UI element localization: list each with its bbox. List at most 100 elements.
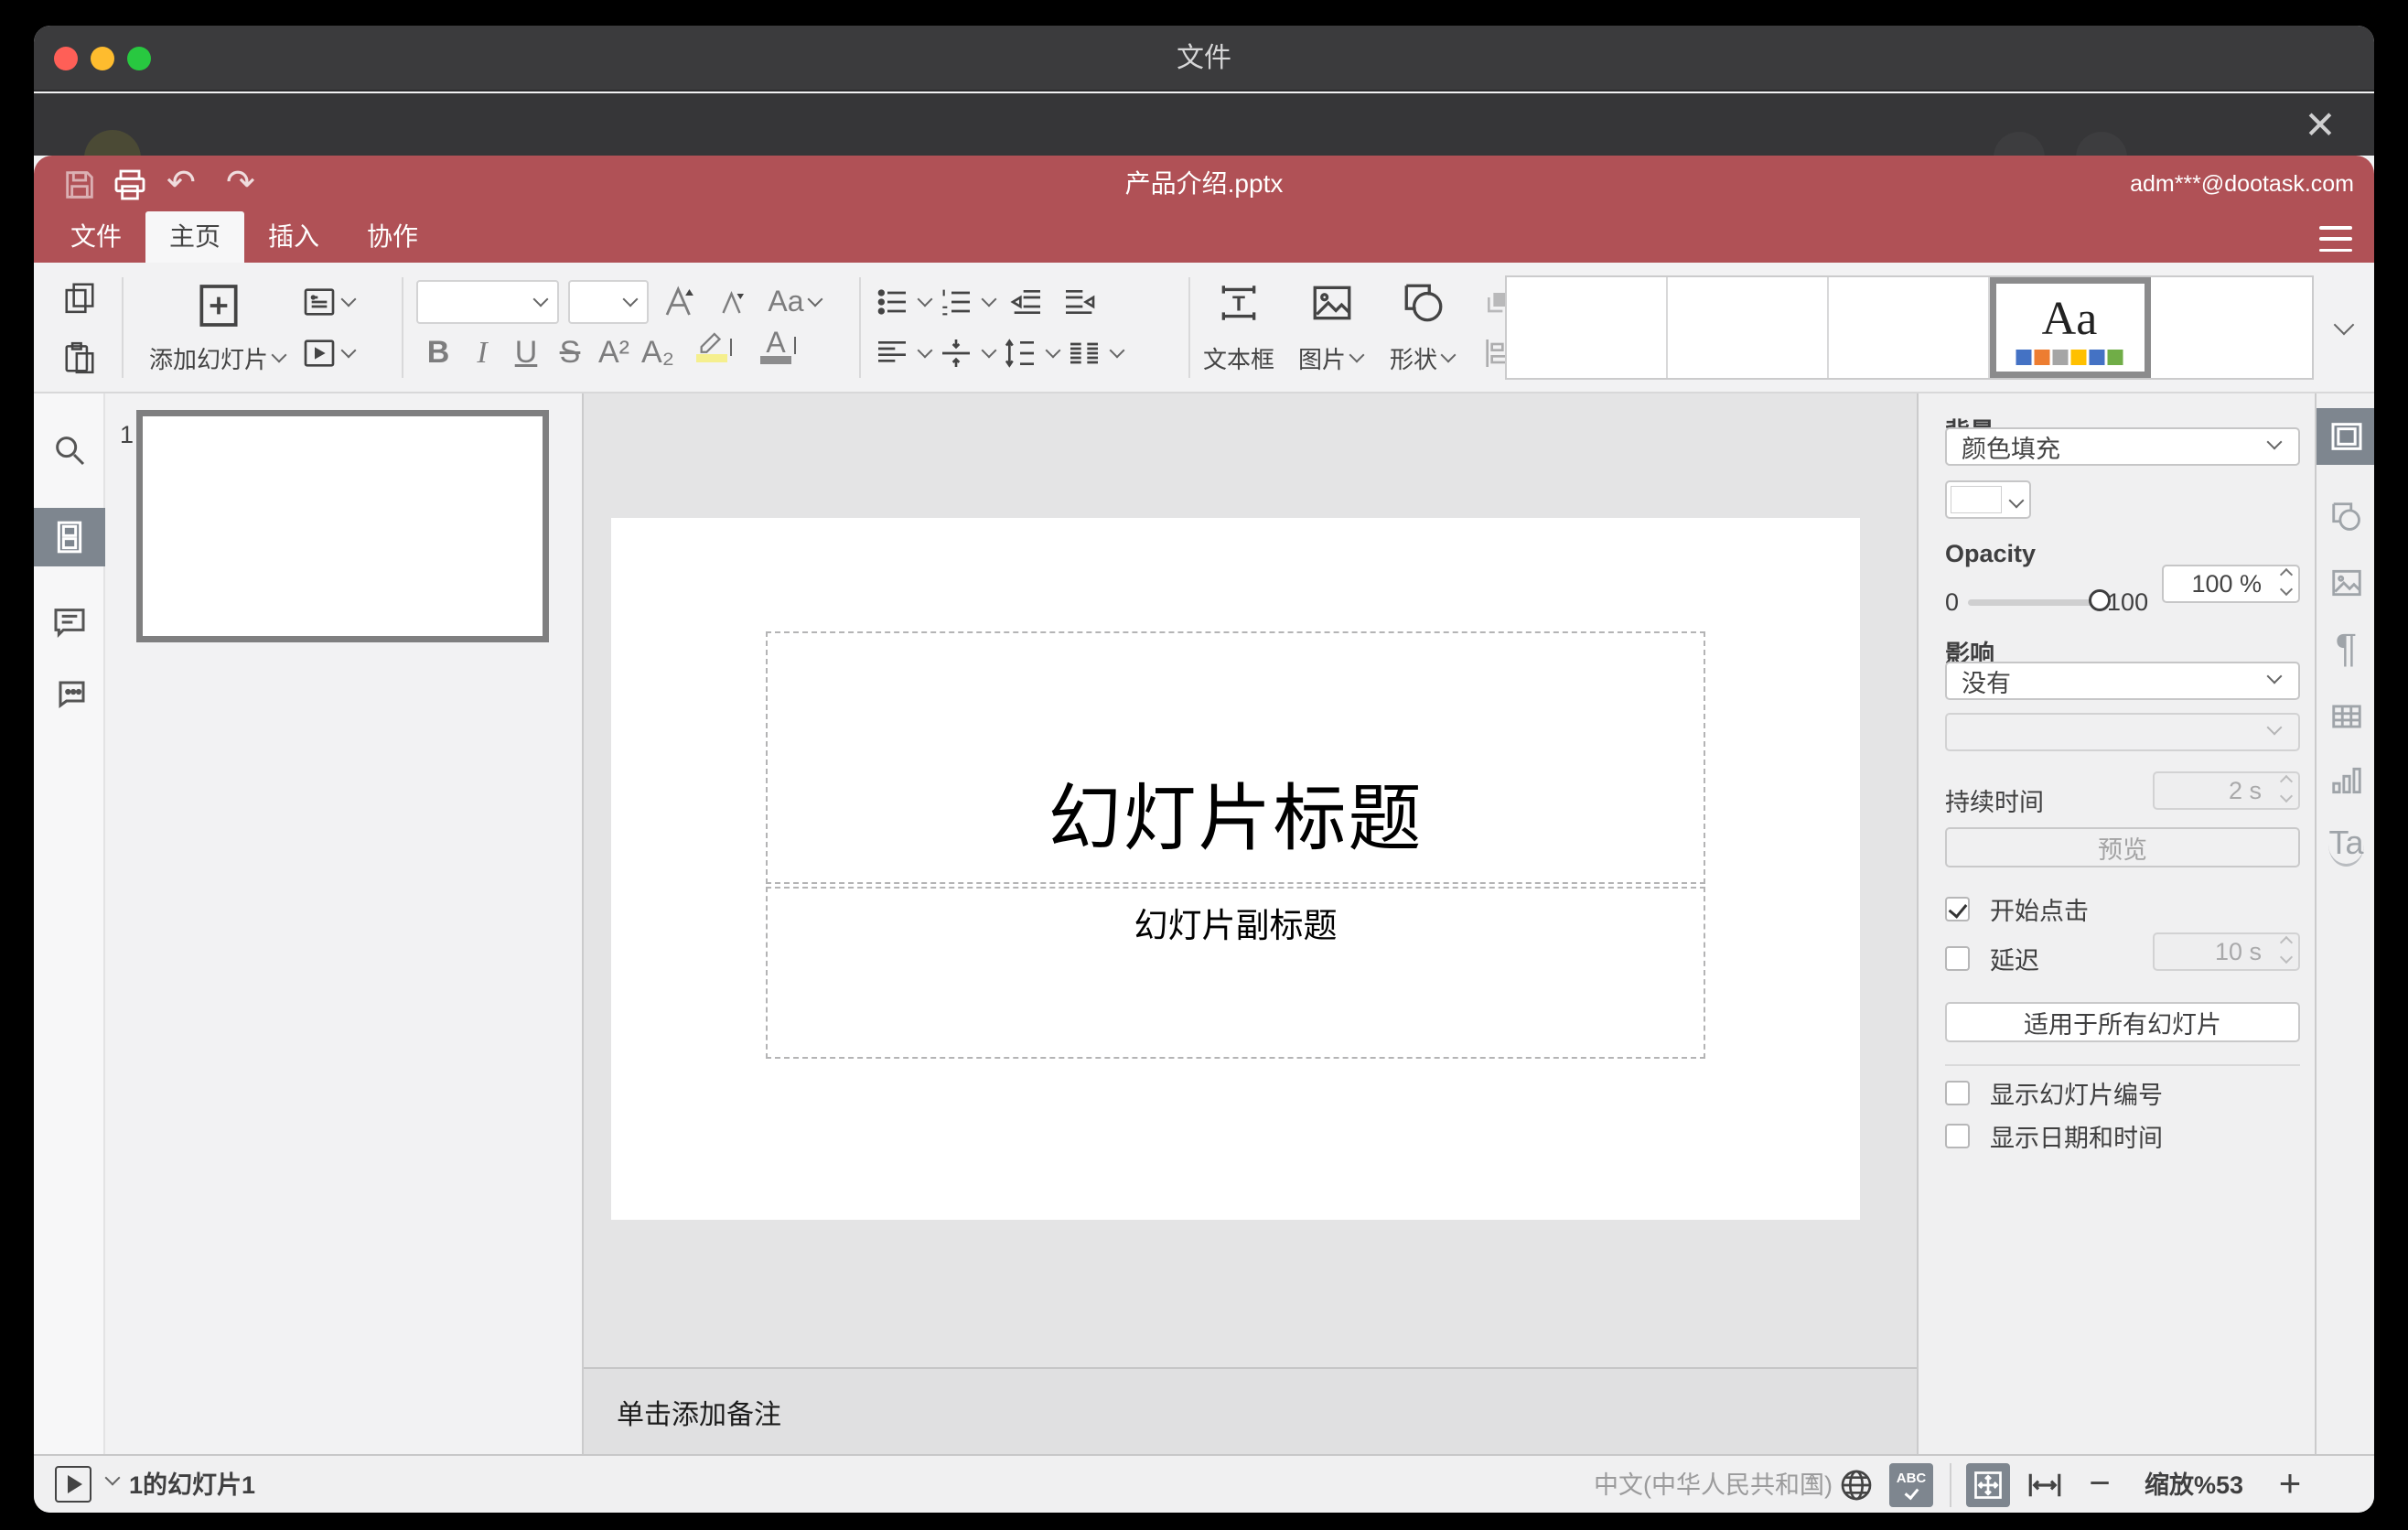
theme-color-swatches	[2016, 350, 2123, 365]
opacity-label: Opacity	[1945, 540, 2037, 567]
subtitle-placeholder[interactable]: 幻灯片副标题	[766, 887, 1705, 1059]
theme-gallery-more-button[interactable]	[2319, 275, 2367, 380]
close-icon[interactable]: ✕	[2297, 102, 2343, 148]
background-fill-select[interactable]: 颜色填充	[1945, 427, 2300, 466]
notes-area[interactable]: 单击添加备注	[584, 1367, 1917, 1454]
notes-placeholder: 单击添加备注	[617, 1399, 781, 1430]
chart-settings-icon[interactable]	[2317, 752, 2374, 809]
italic-icon[interactable]: I	[460, 336, 504, 371]
image-label: 图片	[1298, 345, 1347, 373]
start-slideshow-status-icon[interactable]	[55, 1466, 91, 1503]
slide-page[interactable]: 幻灯片标题 幻灯片副标题	[611, 518, 1860, 1220]
theme-item[interactable]	[1668, 277, 1829, 378]
change-case-icon[interactable]: Aa	[764, 285, 828, 318]
status-divider	[1950, 1463, 1951, 1507]
left-sidebar	[34, 393, 105, 1454]
start-on-click-row[interactable]: 开始点击	[1945, 891, 2089, 927]
title-placeholder[interactable]: 幻灯片标题	[766, 631, 1705, 884]
duration-label: 持续时间	[1945, 789, 2044, 816]
background-color-swatch[interactable]	[1945, 480, 2031, 519]
image-settings-icon[interactable]	[2317, 555, 2374, 611]
textart-settings-icon[interactable]: Ta	[2317, 816, 2374, 873]
insert-image-button[interactable]: 图片	[1298, 280, 1366, 375]
font-color-icon[interactable]: A	[744, 326, 808, 381]
panel-divider	[1945, 1064, 2300, 1066]
delay-row[interactable]: 延迟	[1945, 941, 2039, 976]
start-on-click-checkbox[interactable]	[1945, 897, 1970, 921]
paragraph-settings-icon[interactable]: ¶	[2317, 620, 2374, 677]
increase-font-size-icon[interactable]	[658, 283, 702, 321]
line-spacing-icon[interactable]	[1002, 335, 1038, 372]
superscript-icon[interactable]: A²	[592, 335, 636, 371]
opacity-max: 100	[2107, 587, 2149, 616]
underline-icon[interactable]: U	[504, 335, 548, 371]
slide-layout-button[interactable]	[301, 280, 389, 324]
slide-thumbnail-number: 1	[120, 421, 134, 448]
opacity-slider[interactable]	[1968, 588, 2112, 611]
delay-checkbox[interactable]	[1945, 946, 1970, 971]
fit-to-width-icon[interactable]	[2025, 1467, 2065, 1503]
language-selector[interactable]: 中文(中华人民共和国)	[1594, 1456, 1833, 1513]
add-slide-button[interactable]: 添加幻灯片	[136, 280, 301, 375]
slide-settings-icon[interactable]	[2317, 408, 2374, 465]
effect-select[interactable]: 没有	[1945, 662, 2300, 700]
increase-indent-icon[interactable]	[1055, 284, 1104, 320]
tab-collaboration[interactable]: 协作	[343, 211, 442, 263]
apply-to-all-slides-button[interactable]: 适用于所有幻灯片	[1945, 1002, 2300, 1042]
bold-icon[interactable]: B	[416, 335, 460, 371]
tab-file[interactable]: 文件	[47, 211, 145, 263]
horizontal-align-icon[interactable]	[874, 335, 910, 372]
decrease-font-size-icon[interactable]	[711, 286, 755, 318]
comments-icon[interactable]	[34, 593, 105, 652]
show-date-time-row[interactable]: 显示日期和时间	[1945, 1118, 2163, 1154]
tab-home[interactable]: 主页	[145, 211, 245, 263]
show-date-time-checkbox[interactable]	[1945, 1124, 1970, 1148]
numbering-icon[interactable]	[938, 284, 974, 320]
slide-canvas[interactable]: 幻灯片标题 幻灯片副标题	[584, 393, 1917, 1454]
status-bar: 1的幻灯片1 中文(中华人民共和国) ^ ABC − 缩放%53 +	[34, 1454, 2374, 1513]
bullets-icon[interactable]	[874, 284, 910, 320]
vertical-align-icon[interactable]	[938, 335, 974, 372]
slides-panel-icon[interactable]	[34, 508, 105, 566]
slide-thumbnail[interactable]	[136, 410, 549, 642]
strikeout-icon[interactable]: S	[548, 335, 592, 371]
spellcheck-icon[interactable]: ABC	[1889, 1463, 1933, 1507]
theme-item[interactable]	[1507, 277, 1668, 378]
subscript-icon[interactable]: A₂	[636, 335, 680, 371]
insert-shape-button[interactable]: 形状	[1390, 280, 1457, 375]
titlebar: 文件	[34, 26, 2374, 92]
columns-icon[interactable]	[1066, 335, 1102, 372]
language-caret: ^	[1807, 1471, 1818, 1495]
shape-label: 形状	[1390, 345, 1438, 373]
theme-item[interactable]	[1829, 277, 1990, 378]
menu-icon[interactable]	[2319, 226, 2352, 252]
copy-icon[interactable]	[62, 280, 97, 315]
theme-item[interactable]	[2151, 277, 2312, 378]
chat-icon[interactable]	[34, 663, 105, 721]
highlight-color-icon[interactable]	[680, 328, 744, 379]
right-sidebar: ¶ Ta	[2315, 393, 2374, 1454]
font-name-combo[interactable]	[416, 279, 559, 324]
theme-item-selected[interactable]: Aa	[1990, 277, 2151, 378]
font-size-combo[interactable]	[568, 279, 649, 324]
duration-spinbox: 2 s	[2153, 771, 2300, 810]
account-email: adm***@dootask.com	[2130, 171, 2354, 197]
shape-settings-icon[interactable]	[2317, 489, 2374, 545]
opacity-slider-handle[interactable]	[2089, 588, 2112, 611]
slideshow-options-chevron-icon[interactable]	[104, 1470, 121, 1486]
fit-to-slide-icon[interactable]	[1966, 1463, 2010, 1507]
decrease-indent-icon[interactable]	[1002, 284, 1051, 320]
textbox-label: 文本框	[1203, 345, 1275, 373]
tab-insert[interactable]: 插入	[244, 211, 343, 263]
zoom-in-icon[interactable]: +	[2272, 1456, 2308, 1513]
start-slideshow-button[interactable]	[301, 331, 389, 375]
show-slide-number-row[interactable]: 显示幻灯片编号	[1945, 1075, 2163, 1111]
search-icon[interactable]	[34, 421, 105, 479]
zoom-out-icon[interactable]: −	[2081, 1456, 2118, 1513]
show-slide-number-checkbox[interactable]	[1945, 1081, 1970, 1105]
table-settings-icon[interactable]	[2317, 688, 2374, 745]
opacity-spinbox[interactable]: 100 %	[2162, 565, 2300, 603]
paste-icon[interactable]	[62, 340, 97, 375]
set-language-icon[interactable]	[1838, 1467, 1875, 1503]
insert-textbox-button[interactable]: T 文本框	[1203, 280, 1274, 375]
